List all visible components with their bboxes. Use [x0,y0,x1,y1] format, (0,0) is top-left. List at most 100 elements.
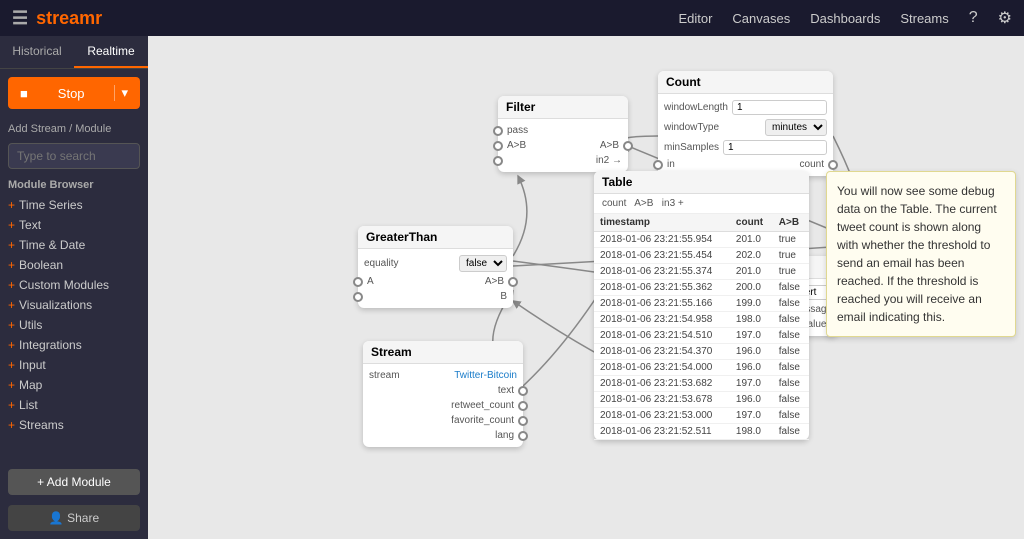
cell-ab: false [773,376,809,392]
module-item-text[interactable]: +Text [0,215,148,235]
filter-node[interactable]: Filter pass A>B A>B in2 → [498,96,628,172]
gt-equality-select[interactable]: false [459,255,507,272]
cell-count: 200.0 [730,280,773,296]
count-windowtype-select[interactable]: minutes [765,119,827,136]
nav-canvases[interactable]: Canvases [732,11,790,26]
stream-retweet-label: retweet_count [451,400,514,411]
module-item-custom[interactable]: +Custom Modules [0,275,148,295]
cell-timestamp: 2018-01-06 23:21:53.678 [594,392,730,408]
gt-a-port[interactable] [353,277,363,287]
cell-ab: false [773,408,809,424]
module-item-list[interactable]: +List [0,395,148,415]
sidebar-tabs: Historical Realtime [0,36,148,69]
search-input[interactable] [8,143,140,169]
plus-icon: + [8,198,15,212]
table-body: 2018-01-06 23:21:55.954201.0true2018-01-… [594,232,809,440]
stream-node[interactable]: Stream stream Twitter-Bitcoin text retwe… [363,341,523,447]
nav-editor[interactable]: Editor [678,11,712,26]
cell-ab: false [773,296,809,312]
help-icon[interactable]: ? [969,9,978,27]
top-nav: ☰ streamr Editor Canvases Dashboards Str… [0,0,1024,36]
cell-timestamp: 2018-01-06 23:21:55.166 [594,296,730,312]
gt-out-port[interactable] [508,277,518,287]
module-item-integrations[interactable]: +Integrations [0,335,148,355]
info-panel: You will now see some debug data on the … [826,171,1016,337]
cell-count: 201.0 [730,264,773,280]
table-columns-list: count A>B in3 + [594,194,809,214]
plus-icon: + [8,238,15,252]
filter-in-ab[interactable] [493,141,503,151]
count-minsamples-input[interactable] [723,140,827,155]
cell-timestamp: 2018-01-06 23:21:54.958 [594,312,730,328]
table-scroll-area[interactable]: timestamp count A>B 2018-01-06 23:21:55.… [594,214,809,440]
cell-ab: false [773,328,809,344]
count-node-body: windowLength windowType minutes minSampl… [658,94,833,176]
add-module-button[interactable]: + Add Module [8,469,140,495]
stream-stream-link[interactable]: Twitter-Bitcoin [454,370,517,381]
stream-favorite-port[interactable] [518,416,528,426]
logo: ☰ streamr [12,8,102,29]
stream-node-header: Stream [363,341,523,364]
count-windowlength-input[interactable] [732,100,827,115]
greaterthan-node[interactable]: GreaterThan equality false A A>B [358,226,513,308]
module-item-boolean[interactable]: +Boolean [0,255,148,275]
module-item-map[interactable]: +Map [0,375,148,395]
module-item-utils[interactable]: +Utils [0,315,148,335]
filter-in2-label: in2 → [596,155,622,166]
plus-icon: + [8,298,15,312]
nav-dashboards[interactable]: Dashboards [810,11,880,26]
count-node[interactable]: Count windowLength windowType minutes mi… [658,71,833,176]
cell-ab: false [773,280,809,296]
filter-out-ab[interactable] [623,141,633,151]
plus-icon: + [8,378,15,392]
canvas-area[interactable]: Filter pass A>B A>B in2 → [148,36,1024,539]
tab-realtime[interactable]: Realtime [74,36,148,68]
main-layout: Historical Realtime ■ Stop ▾ Add Stream … [0,36,1024,539]
cell-count: 198.0 [730,312,773,328]
gt-a-label: A [367,276,374,287]
cell-ab: true [773,264,809,280]
gear-icon[interactable]: ⚙ [998,8,1012,28]
cell-timestamp: 2018-01-06 23:21:55.954 [594,232,730,248]
table-row: 2018-01-06 23:21:54.510197.0false [594,328,809,344]
module-item-streams[interactable]: +Streams [0,415,148,435]
plus-icon: + [8,418,15,432]
menu-icon[interactable]: ☰ [12,8,28,29]
nav-streams[interactable]: Streams [900,11,948,26]
table-row: 2018-01-06 23:21:55.166199.0false [594,296,809,312]
table-row: 2018-01-06 23:21:54.000196.0false [594,360,809,376]
nav-links: Editor Canvases Dashboards Streams ? ⚙ [678,8,1012,28]
count-out-port[interactable] [828,160,838,170]
table-row: 2018-01-06 23:21:55.454202.0true [594,248,809,264]
cell-timestamp: 2018-01-06 23:21:54.510 [594,328,730,344]
cell-ab: true [773,232,809,248]
cell-count: 199.0 [730,296,773,312]
module-item-timeseries[interactable]: +Time Series [0,195,148,215]
stop-button[interactable]: ■ Stop ▾ [8,77,140,109]
gt-b-port[interactable] [353,292,363,302]
stream-lang-port[interactable] [518,431,528,441]
tab-historical[interactable]: Historical [0,36,74,68]
module-item-input[interactable]: +Input [0,355,148,375]
cell-timestamp: 2018-01-06 23:21:54.000 [594,360,730,376]
cell-count: 196.0 [730,344,773,360]
filter-in2[interactable] [493,156,503,166]
share-button[interactable]: 👤 Share [8,505,140,531]
count-out-label: count [800,159,824,170]
cell-ab: false [773,392,809,408]
greaterthan-node-body: equality false A A>B B [358,249,513,308]
filter-node-body: pass A>B A>B in2 → [498,119,628,172]
stream-retweet-port[interactable] [518,401,528,411]
gt-b-label: B [500,291,507,302]
module-item-visualizations[interactable]: +Visualizations [0,295,148,315]
plus-icon: + [8,278,15,292]
module-item-timedate[interactable]: +Time & Date [0,235,148,255]
stop-caret[interactable]: ▾ [114,85,128,101]
table-row: 2018-01-06 23:21:53.678196.0false [594,392,809,408]
count-in-port[interactable] [653,160,663,170]
table-row: 2018-01-06 23:21:53.682197.0false [594,376,809,392]
filter-in-pass[interactable] [493,126,503,136]
gt-equality-label: equality [364,258,398,269]
filter-ab-in-label: A>B [507,140,526,151]
stream-text-port[interactable] [518,386,528,396]
